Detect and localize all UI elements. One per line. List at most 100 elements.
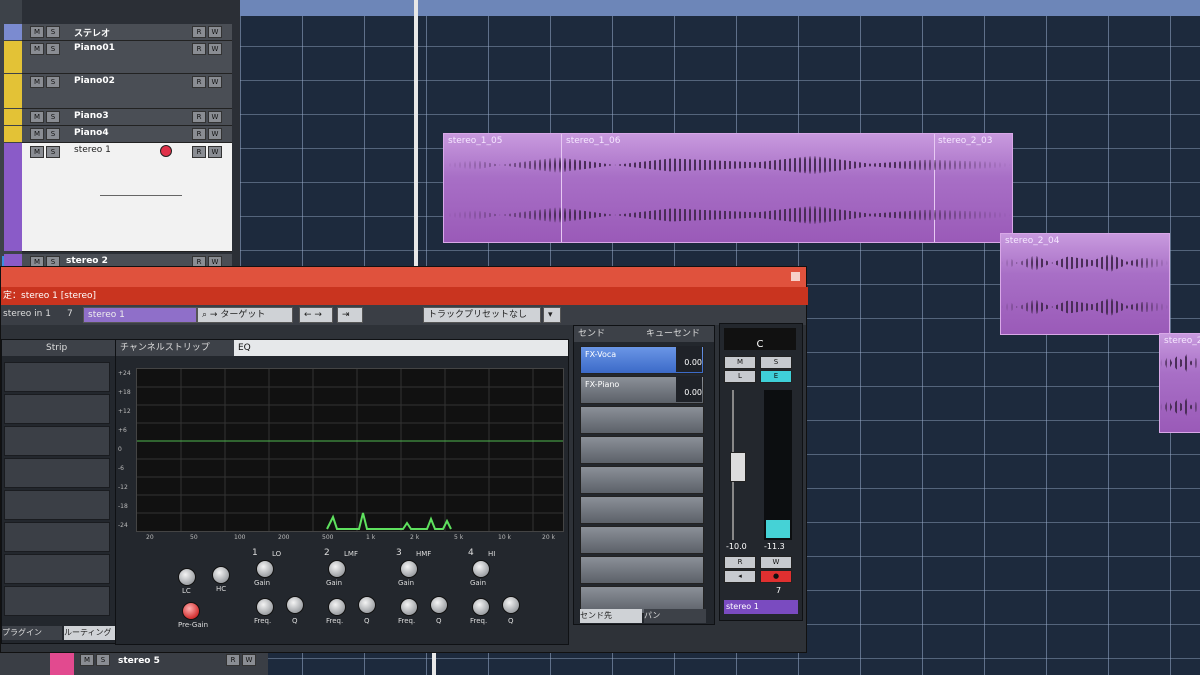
volume-fader[interactable] bbox=[100, 187, 182, 196]
strip-tab[interactable]: Strip bbox=[2, 340, 130, 356]
volume-readout[interactable]: -10.0 bbox=[726, 542, 747, 551]
send-slot[interactable] bbox=[580, 496, 704, 524]
read-button[interactable]: R bbox=[192, 76, 206, 88]
monitor-button[interactable]: ◂ bbox=[724, 570, 756, 583]
write-button[interactable]: W bbox=[208, 111, 222, 123]
audio-event-stereo1[interactable]: stereo_1_05 stereo_1_06 stereo_2_03 bbox=[443, 133, 1013, 243]
write-button[interactable]: W bbox=[208, 128, 222, 140]
channel-strip-tab[interactable]: チャンネルストリップ bbox=[120, 343, 210, 353]
solo-button[interactable]: S bbox=[46, 26, 60, 38]
solo-button[interactable]: S bbox=[46, 146, 60, 158]
input-routing[interactable]: stereo in 1 bbox=[3, 309, 51, 319]
track-row[interactable]: M S ステレオ R W bbox=[4, 24, 232, 41]
mute-button[interactable]: M bbox=[30, 111, 44, 123]
read-button[interactable]: R bbox=[192, 43, 206, 55]
target-button[interactable]: ⌕ → ターゲット bbox=[197, 307, 293, 323]
listen-button[interactable]: L bbox=[724, 370, 756, 383]
freq-knob[interactable] bbox=[400, 598, 418, 616]
insert-slot[interactable] bbox=[4, 458, 110, 488]
solo-button[interactable]: S bbox=[760, 356, 792, 369]
pregain-knob[interactable] bbox=[182, 602, 200, 620]
audio-event-top[interactable] bbox=[232, 0, 1200, 16]
gain-knob[interactable] bbox=[472, 560, 490, 578]
mute-button[interactable]: M bbox=[30, 76, 44, 88]
record-button[interactable]: ● bbox=[760, 570, 792, 583]
mute-button[interactable]: M bbox=[724, 356, 756, 369]
track-row[interactable]: M S Piano3 R W bbox=[4, 109, 232, 126]
cue-sends-tab[interactable]: キューセンド bbox=[646, 326, 700, 342]
write-button[interactable]: W bbox=[208, 26, 222, 38]
read-button[interactable]: R bbox=[192, 111, 206, 123]
solo-button[interactable]: S bbox=[46, 128, 60, 140]
fader-handle[interactable] bbox=[730, 452, 746, 482]
mute-button[interactable]: M bbox=[30, 128, 44, 140]
freq-knob[interactable] bbox=[472, 598, 490, 616]
insert-slot[interactable] bbox=[4, 490, 110, 520]
insert-slot[interactable] bbox=[4, 362, 110, 392]
solo-button[interactable]: S bbox=[46, 43, 60, 55]
track-row[interactable]: M S Piano4 R W bbox=[4, 126, 232, 143]
send-slot[interactable] bbox=[580, 406, 704, 434]
insert-slot[interactable] bbox=[4, 586, 110, 616]
write-button[interactable]: W bbox=[760, 556, 792, 569]
insert-slot[interactable] bbox=[4, 394, 110, 424]
solo-button[interactable]: S bbox=[96, 654, 110, 666]
highcut-knob[interactable] bbox=[212, 566, 230, 584]
send-dest-tab[interactable]: センド先 bbox=[580, 609, 642, 623]
window-titlebar[interactable] bbox=[1, 267, 806, 287]
chevron-down-icon[interactable]: ▾ bbox=[543, 307, 561, 323]
freq-knob[interactable] bbox=[256, 598, 274, 616]
gain-knob[interactable] bbox=[256, 560, 274, 578]
write-button[interactable]: W bbox=[208, 76, 222, 88]
q-knob[interactable] bbox=[502, 596, 520, 614]
q-knob[interactable] bbox=[358, 596, 376, 614]
read-button[interactable]: R bbox=[192, 128, 206, 140]
record-icon[interactable] bbox=[160, 145, 172, 157]
insert-slot[interactable] bbox=[4, 522, 110, 552]
edit-button[interactable]: E bbox=[760, 370, 792, 383]
mute-button[interactable]: M bbox=[30, 43, 44, 55]
solo-button[interactable]: S bbox=[46, 76, 60, 88]
track-row[interactable]: M S Piano01 R W bbox=[4, 41, 232, 74]
q-knob[interactable] bbox=[286, 596, 304, 614]
track-row-bottom[interactable]: M S stereo 5 R W bbox=[0, 650, 268, 675]
eq-tab[interactable]: EQ bbox=[234, 340, 568, 356]
insert-slot[interactable] bbox=[4, 426, 110, 456]
gain-knob[interactable] bbox=[328, 560, 346, 578]
pan-tab[interactable]: パン bbox=[644, 609, 706, 623]
lowcut-knob[interactable] bbox=[178, 568, 196, 586]
mute-button[interactable]: M bbox=[80, 654, 94, 666]
link-icon[interactable]: ⇥ bbox=[337, 307, 363, 323]
send-slot[interactable] bbox=[580, 556, 704, 584]
track-preset[interactable]: トラックプリセットなし bbox=[423, 307, 541, 323]
freq-knob[interactable] bbox=[328, 598, 346, 616]
send-slot[interactable] bbox=[580, 466, 704, 494]
send-slot[interactable] bbox=[580, 526, 704, 554]
mute-button[interactable]: M bbox=[30, 26, 44, 38]
audio-event-stereo3[interactable]: stereo_2_05 bbox=[1159, 333, 1200, 433]
track-row[interactable]: M S Piano02 R W bbox=[4, 74, 232, 109]
send-slot[interactable] bbox=[580, 436, 704, 464]
insert-slot[interactable] bbox=[4, 554, 110, 584]
read-button[interactable]: R bbox=[226, 654, 240, 666]
sends-tab[interactable]: センド bbox=[578, 329, 605, 339]
read-button[interactable]: R bbox=[192, 26, 206, 38]
mute-button[interactable]: M bbox=[30, 146, 44, 158]
gain-knob[interactable] bbox=[400, 560, 418, 578]
track-row-selected[interactable]: M S stereo 1 R W bbox=[4, 143, 232, 252]
close-icon[interactable] bbox=[791, 272, 800, 281]
q-knob[interactable] bbox=[430, 596, 448, 614]
fader-track[interactable] bbox=[730, 390, 756, 540]
write-button[interactable]: W bbox=[208, 146, 222, 158]
write-button[interactable]: W bbox=[242, 654, 256, 666]
solo-button[interactable]: S bbox=[46, 111, 60, 123]
read-button[interactable]: R bbox=[724, 556, 756, 569]
pan-display[interactable]: C bbox=[724, 328, 796, 350]
audio-event-stereo2[interactable]: stereo_2_04 bbox=[1000, 233, 1170, 335]
plugin-tab[interactable]: プラグイン bbox=[2, 626, 62, 640]
eq-graph[interactable] bbox=[136, 368, 564, 532]
write-button[interactable]: W bbox=[208, 43, 222, 55]
channel-field[interactable]: stereo 1 bbox=[83, 307, 197, 323]
project-cursor[interactable] bbox=[414, 0, 418, 270]
prev-next-button[interactable]: ← → bbox=[299, 307, 333, 323]
